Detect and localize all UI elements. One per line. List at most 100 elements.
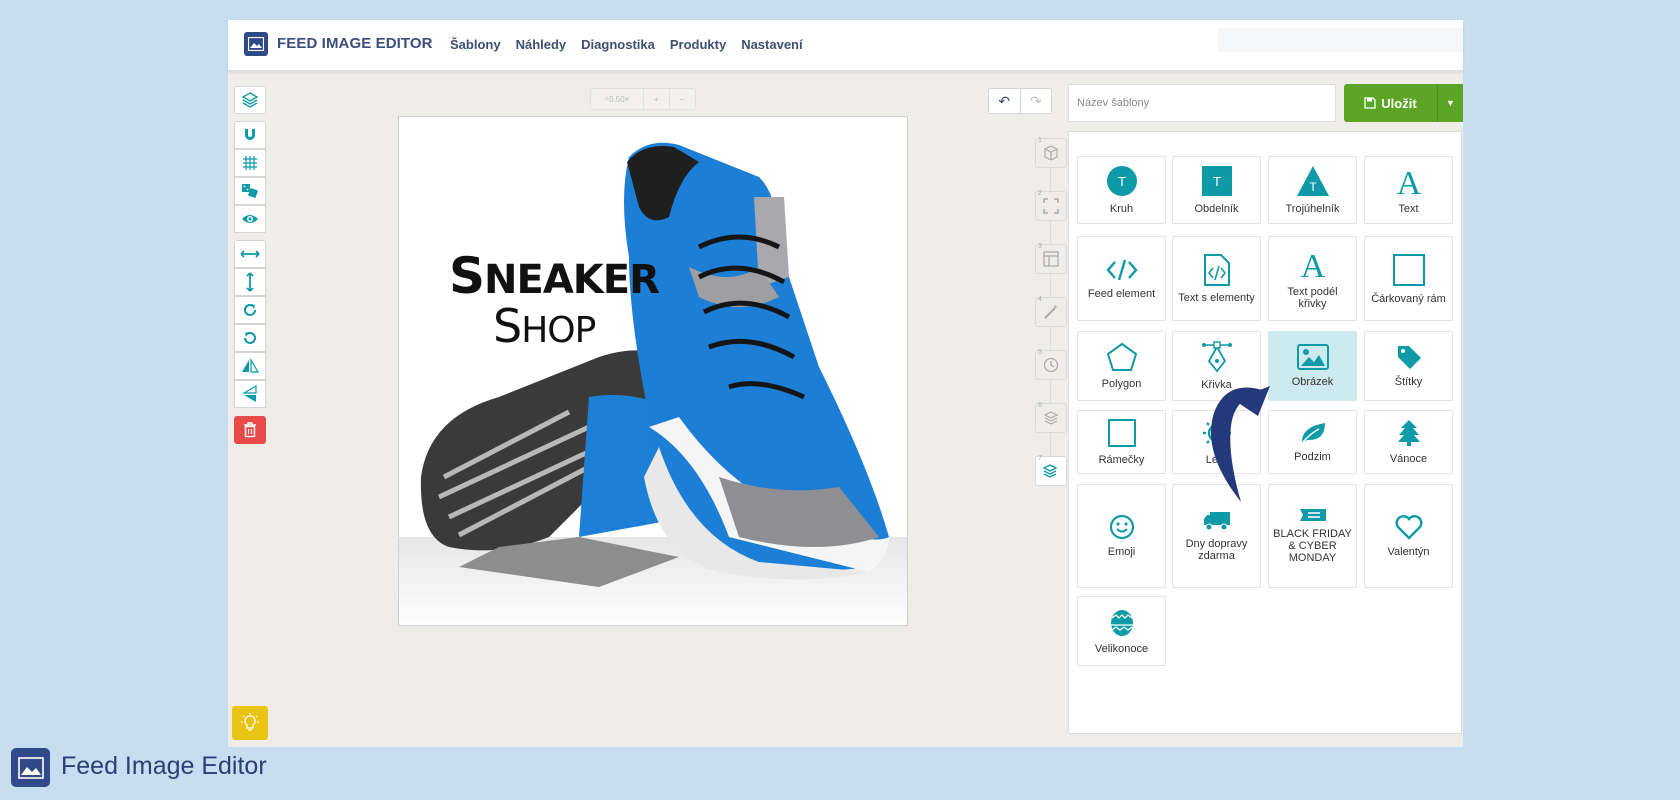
app-logo-icon[interactable] [244,32,268,56]
stretch-horizontal-button[interactable] [234,240,266,268]
step-tab-1[interactable]: 1 [1035,137,1067,168]
canvas-brand-line2: SHOP [493,299,596,353]
save-button[interactable]: Uložit [1344,84,1437,122]
tips-button[interactable] [232,706,268,740]
rectangle-t-icon: T [1201,166,1232,196]
history-controls: ↶ ↷ [988,88,1052,114]
rotate-right-button[interactable] [234,296,266,324]
text-curve-icon: A [1300,248,1325,280]
undo-button[interactable]: ↶ [989,89,1021,113]
svg-text:A: A [1396,165,1421,197]
element-tile-trojuhelnik[interactable]: T Trojúhelník [1268,156,1357,224]
flip-vertical-button[interactable] [234,380,266,408]
app-title: FEED IMAGE EDITOR [277,35,433,52]
rotate-left-icon [244,332,256,344]
step-tab-7[interactable]: 7 [1035,455,1067,486]
black-friday-icon [1299,509,1326,521]
triangle-t-icon: T [1296,166,1329,196]
element-tile-dny-dopravy-zdarma[interactable]: Dny dopravy zdarma [1172,484,1261,588]
heart-icon [1395,515,1422,540]
footer-logo-icon [11,748,50,787]
step-tab-4[interactable]: 4 [1035,296,1067,327]
redo-button[interactable]: ↷ [1021,89,1052,113]
step-tab-6[interactable]: 6 [1035,402,1067,433]
element-tile-velikonoce[interactable]: Velikonoce [1077,596,1166,666]
preview-button[interactable] [234,205,266,233]
nav-item-produkty[interactable]: Produkty [670,37,726,52]
stack-icon [1043,411,1059,425]
trash-icon [244,422,256,438]
magic-wand-icon [1044,305,1057,319]
footer-title: Feed Image Editor [61,752,267,780]
step-tab-2[interactable]: 2 [1035,190,1067,221]
easter-egg-icon [1110,610,1133,636]
element-tile-text[interactable]: A Text [1364,156,1453,224]
clock-icon [1043,357,1059,373]
svg-text:T: T [1118,174,1126,189]
tree-icon [1397,420,1420,446]
dice-icon [242,184,258,198]
element-tile-polygon[interactable]: Polygon [1077,331,1166,401]
svg-text:A: A [1300,248,1325,280]
element-tile-obdelnik[interactable]: T Obdelník [1172,156,1261,224]
top-bar: FEED IMAGE EDITOR Šablony Náhledy Diagno… [228,20,1463,72]
element-tile-emoji[interactable]: Emoji [1077,484,1166,588]
nav-item-diagnostika[interactable]: Diagnostika [581,37,655,52]
element-panel: T Kruh T Obdelník T Trojúhelník A Text F… [1068,131,1462,734]
element-tile-leto[interactable]: Léto [1172,410,1261,474]
stretch-vertical-button[interactable] [234,268,266,296]
editor-app: FEED IMAGE EDITOR Šablony Náhledy Diagno… [228,20,1463,747]
pen-curve-icon [1201,341,1232,373]
element-tile-podzim[interactable]: Podzim [1268,410,1357,474]
truck-icon [1203,512,1230,531]
pentagon-icon [1106,342,1137,371]
save-dropdown-button[interactable]: ▼ [1437,84,1463,122]
flip-horizontal-icon [242,358,259,373]
canvas-brand-line1: SNEAKER [449,247,660,305]
element-tile-valentyn[interactable]: Valentýn [1364,484,1453,588]
element-tile-text-s-elementy[interactable]: Text s elementy [1172,236,1261,321]
design-canvas[interactable]: SNEAKER SHOP [398,116,908,626]
zoom-out-button[interactable]: − [670,89,696,109]
step-tab-3[interactable]: 3 [1035,243,1067,274]
svg-text:T: T [1309,180,1317,194]
element-tile-krivka[interactable]: Křivka [1172,331,1261,401]
random-button[interactable] [234,177,266,205]
cube-icon [1044,145,1058,161]
sun-icon [1202,419,1231,447]
nav-item-nastaveni[interactable]: Nastavení [741,37,802,52]
leaf-icon [1300,423,1325,444]
text-a-icon: A [1396,165,1421,197]
element-tile-ramecky[interactable]: Rámečky [1077,410,1166,474]
element-tile-stitky[interactable]: Štítky [1364,331,1453,401]
element-tile-feed-element[interactable]: Feed element [1077,236,1166,321]
step-tab-5[interactable]: 5 [1035,349,1067,380]
nav-item-sablony[interactable]: Šablony [450,37,501,52]
image-icon [1296,344,1329,370]
element-tile-vanoce[interactable]: Vánoce [1364,410,1453,474]
stretch-vertical-icon [246,272,254,292]
zoom-control: ⌕ 0.50× + − [590,88,696,110]
element-tile-kruh[interactable]: T Kruh [1077,156,1166,224]
element-tile-obrazek[interactable]: Obrázek [1268,331,1357,401]
grid-button[interactable] [234,149,266,177]
delete-button[interactable] [234,416,266,444]
zoom-in-button[interactable]: + [644,89,670,109]
layers-button[interactable] [234,86,266,114]
template-name-input[interactable]: Název šablony [1068,84,1336,122]
element-tile-black-friday[interactable]: BLACK FRIDAY & CYBER MONDAY [1268,484,1357,588]
svg-text:T: T [1213,174,1221,189]
element-tile-text-podel-krivky[interactable]: A Text podél křivky [1268,236,1357,321]
element-tile-carkovany-ram[interactable]: Čárkovaný rám [1364,236,1453,321]
nav-item-nahledy[interactable]: Náhledy [516,37,567,52]
zoom-level[interactable]: ⌕ 0.50× [591,89,644,109]
sneaker-product-image [399,142,907,625]
flip-horizontal-button[interactable] [234,352,266,380]
rotate-left-button[interactable] [234,324,266,352]
code-icon [1105,259,1138,280]
code-file-icon [1203,253,1230,286]
floppy-icon [1364,97,1376,109]
eye-icon [242,215,258,223]
flip-vertical-icon [242,385,257,402]
snap-magnet-button[interactable] [234,121,266,149]
